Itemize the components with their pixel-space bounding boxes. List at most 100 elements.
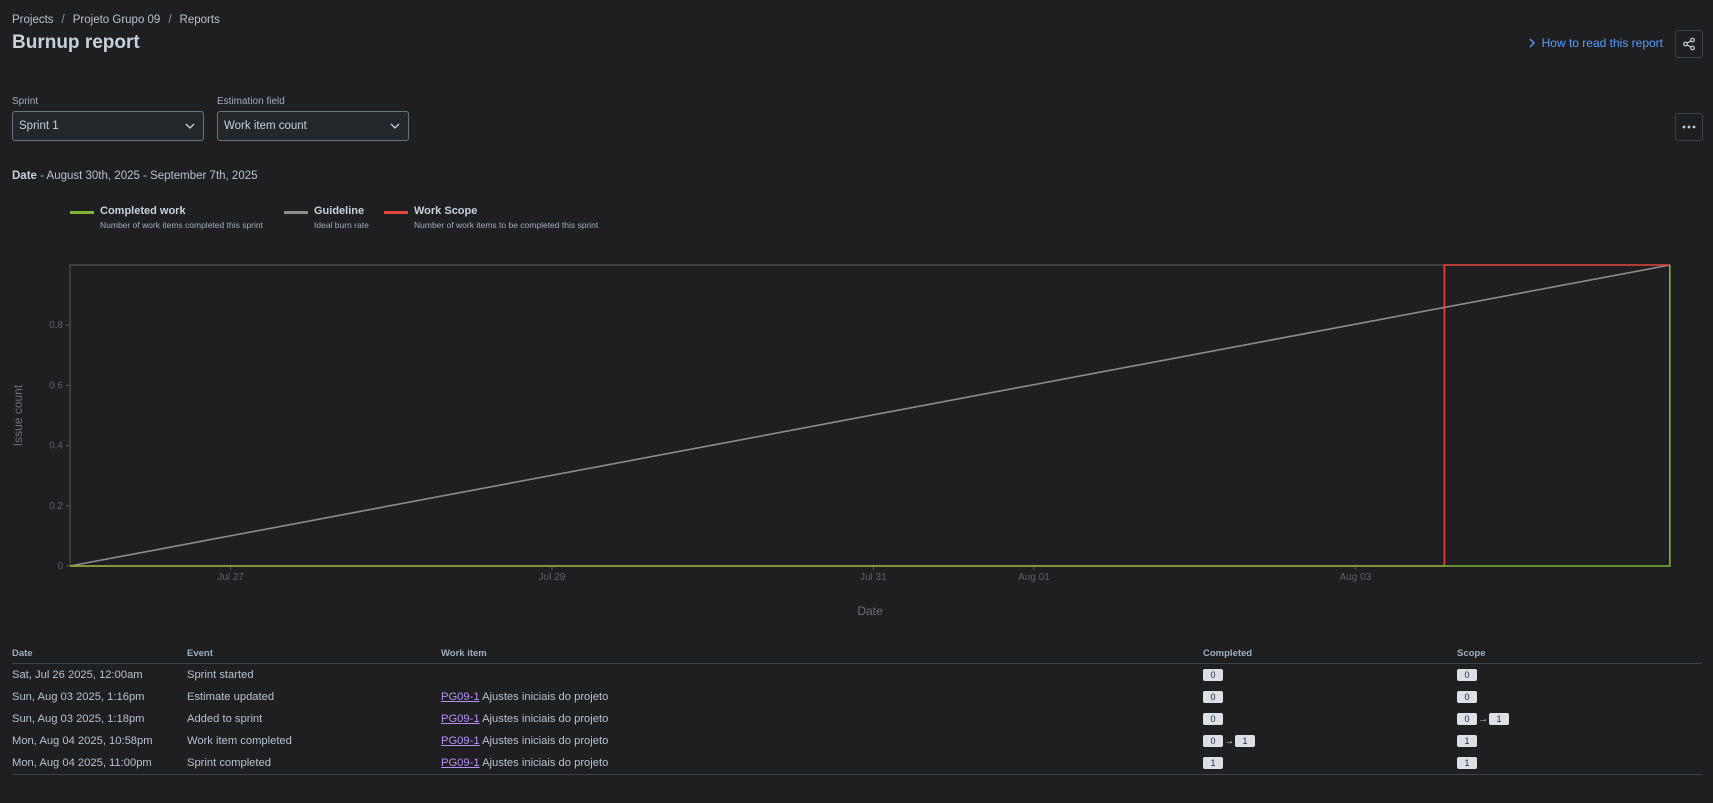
count-badge: 0	[1203, 669, 1223, 681]
cell-scope: 1	[1457, 752, 1702, 775]
y-tick-label: 0	[57, 561, 63, 572]
cell-scope: 0 → 1	[1457, 708, 1702, 730]
cell-work-item	[441, 664, 1203, 687]
count-badge: 1	[1235, 735, 1255, 747]
work-item-summary: Ajustes iniciais do projeto	[482, 757, 609, 769]
work-item-link[interactable]: PG09-1	[441, 757, 480, 769]
cell-date: Sun, Aug 03 2025, 1:18pm	[12, 713, 145, 725]
cell-work-item: PG09-1 Ajustes iniciais do projeto	[441, 708, 1203, 730]
arrow-right-icon: →	[1478, 714, 1488, 725]
legend-desc: Number of work items to be completed thi…	[414, 220, 599, 230]
count-badge: 0	[1203, 713, 1223, 725]
breadcrumb-reports[interactable]: Reports	[180, 14, 220, 26]
sprint-value: Sprint 1	[19, 120, 59, 132]
cell-date: Sat, Jul 26 2025, 12:00am	[12, 669, 143, 681]
cell-scope: 1	[1457, 730, 1702, 752]
cell-completed: 0	[1203, 664, 1457, 687]
events-table: Date Event Work item Completed Scope Sat…	[12, 646, 1702, 775]
cell-date: Sun, Aug 03 2025, 1:16pm	[12, 691, 145, 703]
sprint-label: Sprint	[12, 96, 39, 107]
legend-desc: Ideal burn rate	[314, 220, 369, 230]
guideline-line	[69, 264, 1671, 567]
legend-name: Work Scope	[414, 205, 478, 217]
work-item-summary: Ajustes iniciais do projeto	[482, 691, 609, 703]
work-item-link[interactable]: PG09-1	[441, 713, 480, 725]
date-range: Date - August 30th, 2025 - September 7th…	[12, 170, 258, 182]
legend-name: Guideline	[314, 205, 365, 217]
count-badge: 0	[1203, 735, 1223, 747]
sprint-select[interactable]: Sprint 1	[12, 111, 204, 141]
work-item-link[interactable]: PG09-1	[441, 735, 480, 747]
how-to-read-link[interactable]: How to read this report	[1528, 36, 1663, 50]
cell-event: Sprint started	[187, 669, 254, 681]
count-badge: 0	[1457, 669, 1477, 681]
x-tick-label: Aug 01	[1018, 572, 1050, 583]
table-row: Sat, Jul 26 2025, 12:00am Sprint started 0…	[12, 664, 1702, 687]
y-tick-label: 0.8	[49, 320, 63, 331]
chevron-down-icon	[390, 123, 400, 129]
col-header-scope: Scope	[1457, 646, 1702, 664]
sprint-filter: Sprint Sprint 1	[12, 96, 204, 141]
cell-scope: 0	[1457, 664, 1702, 687]
date-range-label: Date	[12, 170, 37, 182]
y-tick-label: 0.4	[49, 441, 63, 452]
chevron-down-icon	[185, 123, 195, 129]
legend-scope: Work Scope Number of work items to be co…	[384, 205, 624, 230]
x-tick-label: Jul 31	[860, 572, 887, 583]
cell-event: Sprint completed	[187, 752, 441, 775]
y-axis-label: Issue count	[11, 384, 25, 446]
work-item-summary: Ajustes iniciais do projeto	[482, 735, 609, 747]
breadcrumb-separator: /	[61, 14, 65, 26]
y-tick-label: 0.6	[49, 380, 63, 391]
work-item-summary: Ajustes iniciais do projeto	[482, 713, 609, 725]
cell-completed: 0 → 1	[1203, 730, 1457, 752]
cell-completed: 0	[1203, 708, 1457, 730]
x-tick-label: Aug 03	[1340, 572, 1372, 583]
y-tick-label: 0.2	[49, 501, 63, 512]
count-badge: 0	[1457, 713, 1477, 725]
col-header-work-item: Work item	[441, 646, 1203, 664]
legend-guideline: Guideline Ideal burn rate	[284, 205, 384, 230]
breadcrumb-projects[interactable]: Projects	[12, 14, 54, 26]
share-button[interactable]	[1675, 30, 1703, 58]
legend-completed: Completed work Number of work items comp…	[70, 205, 284, 230]
work-item-link[interactable]: PG09-1	[441, 691, 480, 703]
table-row: Sun, Aug 03 2025, 1:18pm Added to sprint P…	[12, 708, 1702, 730]
col-header-date: Date	[12, 646, 187, 664]
count-badge: 1	[1457, 757, 1477, 769]
breadcrumb-separator: /	[168, 14, 172, 26]
cell-event: Estimate updated	[187, 691, 275, 703]
chevron-right-icon	[1529, 38, 1535, 48]
estimation-label: Estimation field	[217, 96, 285, 107]
legend-swatch-completed	[70, 211, 94, 214]
x-tick-label: Jul 27	[217, 572, 244, 583]
count-badge: 1	[1457, 735, 1477, 747]
col-header-completed: Completed	[1203, 646, 1457, 664]
breadcrumb-project[interactable]: Projeto Grupo 09	[73, 14, 161, 26]
cell-work-item: PG09-1 Ajustes iniciais do projeto	[441, 730, 1203, 752]
cell-scope: 0	[1457, 686, 1702, 708]
estimation-select[interactable]: Work item count	[217, 111, 409, 141]
more-actions-button[interactable]	[1675, 113, 1703, 141]
cell-completed: 0	[1203, 686, 1457, 708]
share-icon	[1683, 37, 1695, 51]
cell-event: Work item completed	[187, 735, 292, 747]
estimation-value: Work item count	[224, 120, 307, 132]
legend-swatch-scope	[384, 211, 408, 214]
col-header-event: Event	[187, 646, 441, 664]
x-axis-label: Date	[857, 604, 883, 618]
cell-completed: 1	[1203, 752, 1457, 775]
cell-date: Mon, Aug 04 2025, 10:58pm	[12, 735, 153, 747]
legend-desc: Number of work items completed this spri…	[100, 220, 263, 230]
chart-legend: Completed work Number of work items comp…	[70, 205, 624, 230]
how-to-read-label: How to read this report	[1541, 36, 1663, 50]
count-badge: 1	[1203, 757, 1223, 769]
legend-name: Completed work	[100, 205, 186, 217]
cell-date: Mon, Aug 04 2025, 11:00pm	[12, 752, 187, 775]
count-badge: 0	[1203, 691, 1223, 703]
breadcrumb: Projects / Projeto Grupo 09 / Reports	[12, 14, 220, 26]
x-tick-label: Jul 29	[539, 572, 566, 583]
legend-swatch-guideline	[284, 211, 308, 214]
table-row: Mon, Aug 04 2025, 11:00pm Sprint complete…	[12, 752, 1702, 775]
more-icon	[1682, 125, 1696, 129]
